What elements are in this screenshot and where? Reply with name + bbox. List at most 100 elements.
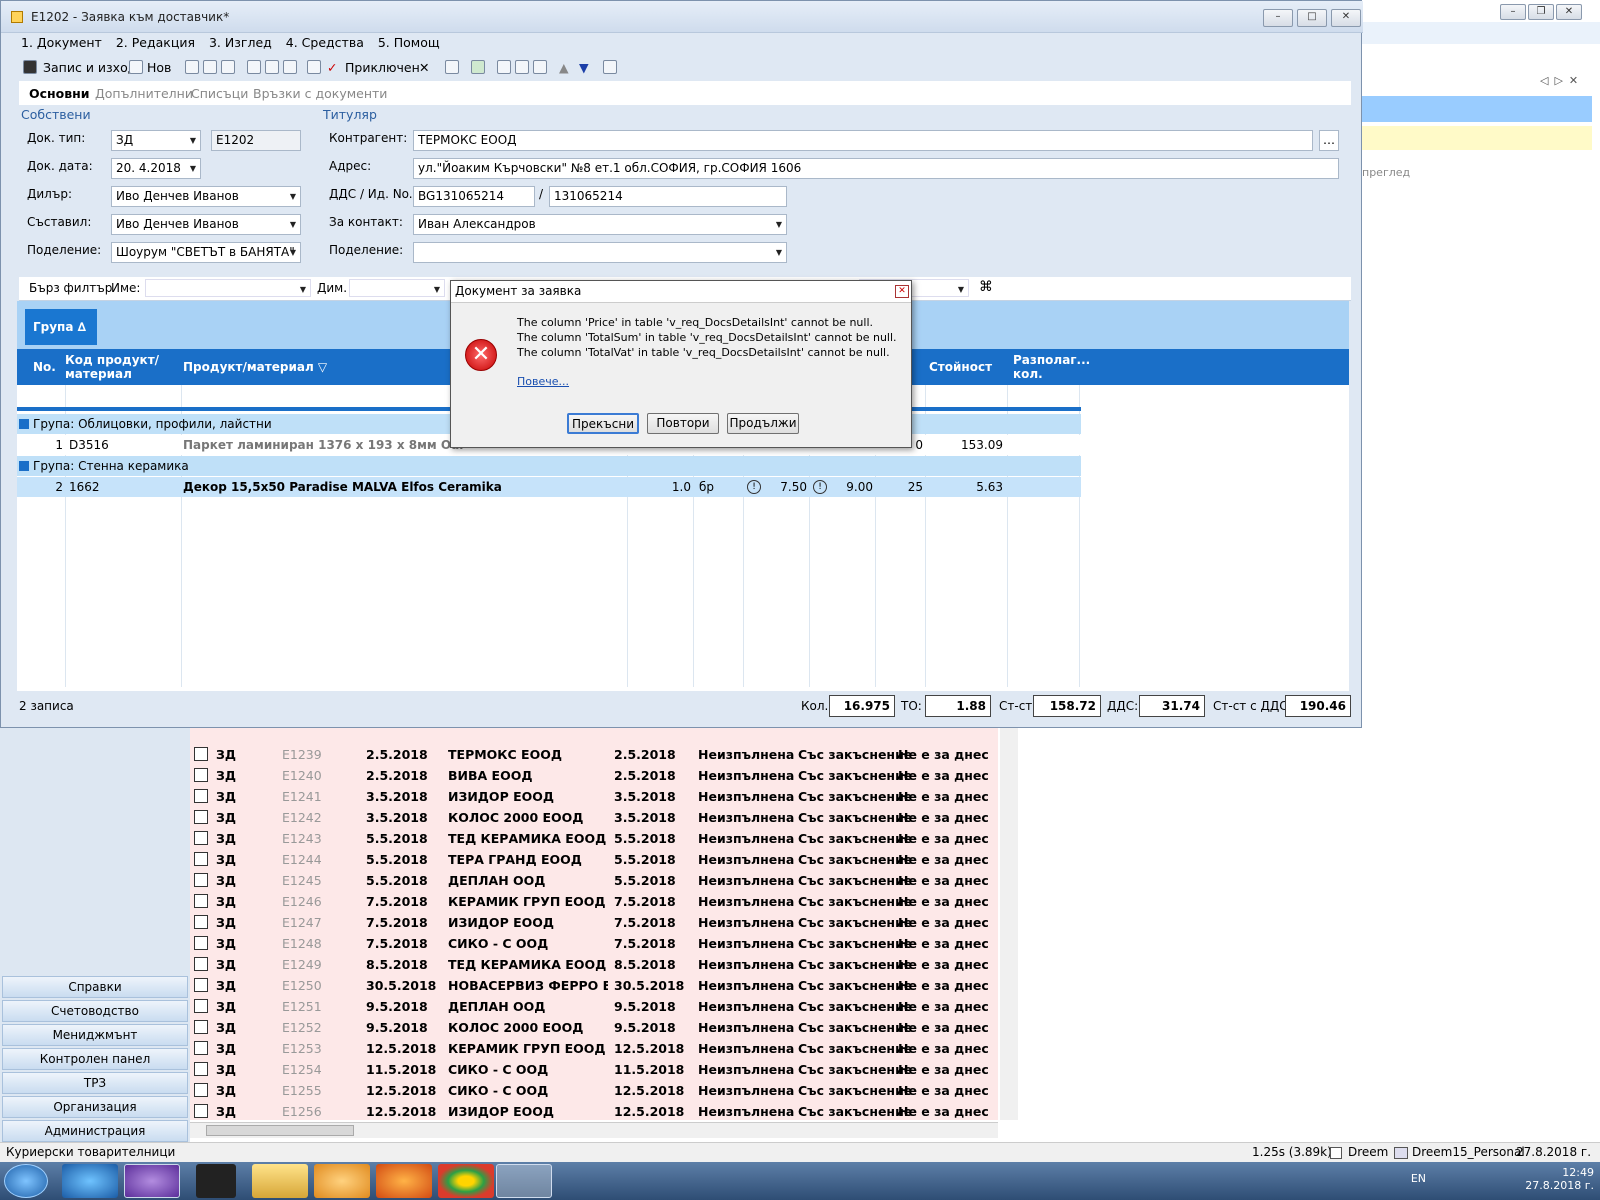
division2-select[interactable]: [413, 242, 787, 263]
contractor-browse-button[interactable]: …: [1319, 130, 1339, 151]
minimize-icon[interactable]: –: [1500, 4, 1526, 20]
column-code[interactable]: Код продукт/материал: [65, 353, 175, 381]
list-item[interactable]: ЗД E1255 12.5.2018 СИКО - С ООД 12.5.2018 Неи…: [190, 1080, 998, 1101]
terminal-icon[interactable]: [196, 1164, 236, 1198]
background-nav-arrows[interactable]: ◁▷✕: [1540, 74, 1584, 87]
media-player-icon[interactable]: [314, 1164, 370, 1198]
vat-field[interactable]: BG131065214: [413, 186, 535, 207]
id-number-field[interactable]: 131065214: [549, 186, 787, 207]
contractor-field[interactable]: ТЕРМОКС ЕООД: [413, 130, 1313, 151]
nav-button[interactable]: Контролен панел: [2, 1048, 188, 1070]
tab-additional[interactable]: Допълнителни: [95, 86, 193, 101]
list-item[interactable]: ЗД E1252 9.5.2018 КОЛОС 2000 ЕООД 9.5.2018 Не…: [190, 1017, 998, 1038]
new-button[interactable]: Нов: [147, 60, 171, 75]
author-select[interactable]: Иво Денчев Иванов: [111, 214, 301, 235]
refresh-icon[interactable]: [471, 60, 485, 74]
save-icon[interactable]: [23, 60, 37, 74]
paste-icon[interactable]: [221, 60, 235, 74]
column-value[interactable]: Стойност: [929, 360, 992, 374]
close-icon[interactable]: ✕: [1331, 9, 1361, 27]
cart-icon[interactable]: [533, 60, 547, 74]
background-highlight-row[interactable]: [1362, 126, 1592, 150]
erp-app-icon[interactable]: [496, 1164, 552, 1198]
list-item[interactable]: ЗД E1245 5.5.2018 ДЕПЛАН ООД 5.5.2018 Неизпъл…: [190, 870, 998, 891]
retry-button[interactable]: Повтори: [647, 413, 719, 434]
vertical-scrollbar[interactable]: [1000, 720, 1018, 1120]
nav-button[interactable]: Организация: [2, 1096, 188, 1118]
nav-button[interactable]: Счетоводство: [2, 1000, 188, 1022]
list-item[interactable]: ЗД E1249 8.5.2018 ТЕД КЕРАМИКА ЕООД 8.5.2018…: [190, 954, 998, 975]
menu-edit[interactable]: 2. Редакция: [116, 35, 195, 50]
background-selected-row[interactable]: [1362, 96, 1592, 122]
list-item[interactable]: ЗД E1241 3.5.2018 ИЗИДОР ЕООД 3.5.2018 Неизпъ…: [190, 786, 998, 807]
list-item[interactable]: ЗД E1246 7.5.2018 КЕРАМИК ГРУП ЕООД 7.5.2018…: [190, 891, 998, 912]
folder-icon[interactable]: [252, 1164, 308, 1198]
start-button-icon[interactable]: [4, 1164, 48, 1198]
nav-button[interactable]: Справки: [2, 976, 188, 998]
more-details-link[interactable]: Повече...: [517, 375, 569, 388]
cut-icon[interactable]: [185, 60, 199, 74]
tab-main[interactable]: Основни: [29, 86, 90, 101]
internet-explorer-icon[interactable]: [62, 1164, 118, 1198]
list-icon[interactable]: [445, 60, 459, 74]
minimize-icon[interactable]: –: [1263, 9, 1293, 27]
list-item[interactable]: ЗД E1247 7.5.2018 ИЗИДОР ЕООД 7.5.2018 Неизпъ…: [190, 912, 998, 933]
column-no[interactable]: No.: [33, 360, 56, 374]
list-item[interactable]: ЗД E1242 3.5.2018 КОЛОС 2000 ЕООД 3.5.2018 Не…: [190, 807, 998, 828]
abort-button[interactable]: Прекъсни: [567, 413, 639, 434]
continue-button[interactable]: Продължи: [727, 413, 799, 434]
list-item[interactable]: ЗД E1251 9.5.2018 ДЕПЛАН ООД 9.5.2018 Неизпъл…: [190, 996, 998, 1017]
scrollbar-thumb[interactable]: [206, 1125, 354, 1136]
list-item[interactable]: ЗД E1239 2.5.2018 ТЕРМОКС ЕООД 2.5.2018 Неизп…: [190, 744, 998, 765]
name-filter-select[interactable]: [145, 279, 311, 297]
menu-document[interactable]: 1. Документ: [21, 35, 102, 50]
division-select[interactable]: Шоурум "СВЕТЪТ в БАНЯТА": [111, 242, 301, 263]
menu-view[interactable]: 3. Изглед: [209, 35, 272, 50]
print-icon[interactable]: [247, 60, 261, 74]
horizontal-scrollbar[interactable]: [190, 1122, 998, 1138]
address-field[interactable]: ул."Йоаким Кърчовски" №8 ет.1 обл.СОФИЯ,…: [413, 158, 1339, 179]
copy-icon[interactable]: [203, 60, 217, 74]
language-indicator[interactable]: EN: [1411, 1172, 1426, 1185]
dealer-select[interactable]: Иво Денчев Иванов: [111, 186, 301, 207]
list-item[interactable]: ЗД E1244 5.5.2018 ТЕРА ГРАНД ЕООД 5.5.2018 Не…: [190, 849, 998, 870]
list-item[interactable]: ЗД E1253 12.5.2018 КЕРАМИК ГРУП ЕООД 12.5.20…: [190, 1038, 998, 1059]
edit-icon[interactable]: [307, 60, 321, 74]
doc-date-picker[interactable]: 20. 4.2018: [111, 158, 201, 179]
group-row[interactable]: Група: Стенна керамика: [17, 456, 1081, 476]
duplicate-document-icon[interactable]: [515, 60, 529, 74]
close-icon[interactable]: ✕: [1556, 4, 1582, 20]
tray-clock-date[interactable]: 27.8.2018 г.: [1525, 1179, 1594, 1192]
new-document-icon[interactable]: [129, 60, 143, 74]
menu-tools[interactable]: 4. Средства: [286, 35, 364, 50]
close-icon[interactable]: ✕: [895, 285, 909, 298]
move-up-icon[interactable]: ▲: [559, 60, 569, 75]
copy-document-icon[interactable]: [497, 60, 511, 74]
export-icon[interactable]: [283, 60, 297, 74]
collapse-icon[interactable]: [19, 419, 29, 429]
collapse-icon[interactable]: [19, 461, 29, 471]
maximize-icon[interactable]: □: [1297, 9, 1327, 27]
nav-button[interactable]: Администрация: [2, 1120, 188, 1142]
restore-icon[interactable]: ❐: [1528, 4, 1554, 20]
group-by-button[interactable]: Група ∆: [25, 309, 97, 345]
delete-icon[interactable]: ✕: [419, 60, 429, 75]
contact-select[interactable]: Иван Александров: [413, 214, 787, 235]
column-available[interactable]: Разполаг... кол.: [1013, 353, 1090, 381]
list-item[interactable]: ЗД E1248 7.5.2018 СИКО - С ООД 7.5.2018 Неизп…: [190, 933, 998, 954]
list-item[interactable]: ЗД E1250 30.5.2018 НОВАСЕРВИЗ ФЕРРО БЪЛ... 3…: [190, 975, 998, 996]
list-item[interactable]: ЗД E1256 12.5.2018 ИЗИДОР ЕООД 12.5.2018 Неиз…: [190, 1101, 998, 1120]
done-button[interactable]: Приключен: [345, 60, 420, 75]
help-icon[interactable]: [603, 60, 617, 74]
column-product[interactable]: Продукт/материал ▽: [183, 360, 327, 374]
list-item[interactable]: ЗД E1243 5.5.2018 ТЕД КЕРАМИКА ЕООД 5.5.2018…: [190, 828, 998, 849]
viber-icon[interactable]: [124, 1164, 180, 1198]
menu-help[interactable]: 5. Помощ: [378, 35, 440, 50]
list-item[interactable]: ЗД E1240 2.5.2018 ВИВА ЕООД 2.5.2018 Неизпълн…: [190, 765, 998, 786]
tray-clock-time[interactable]: 12:49: [1525, 1166, 1594, 1179]
nav-button[interactable]: ТРЗ: [2, 1072, 188, 1094]
list-item[interactable]: ЗД E1254 11.5.2018 СИКО - С ООД 11.5.2018 Неи…: [190, 1059, 998, 1080]
chrome-icon[interactable]: [438, 1164, 494, 1198]
save-exit-button[interactable]: Запис и изход: [43, 60, 136, 75]
nav-button[interactable]: Мениджмънт: [2, 1024, 188, 1046]
